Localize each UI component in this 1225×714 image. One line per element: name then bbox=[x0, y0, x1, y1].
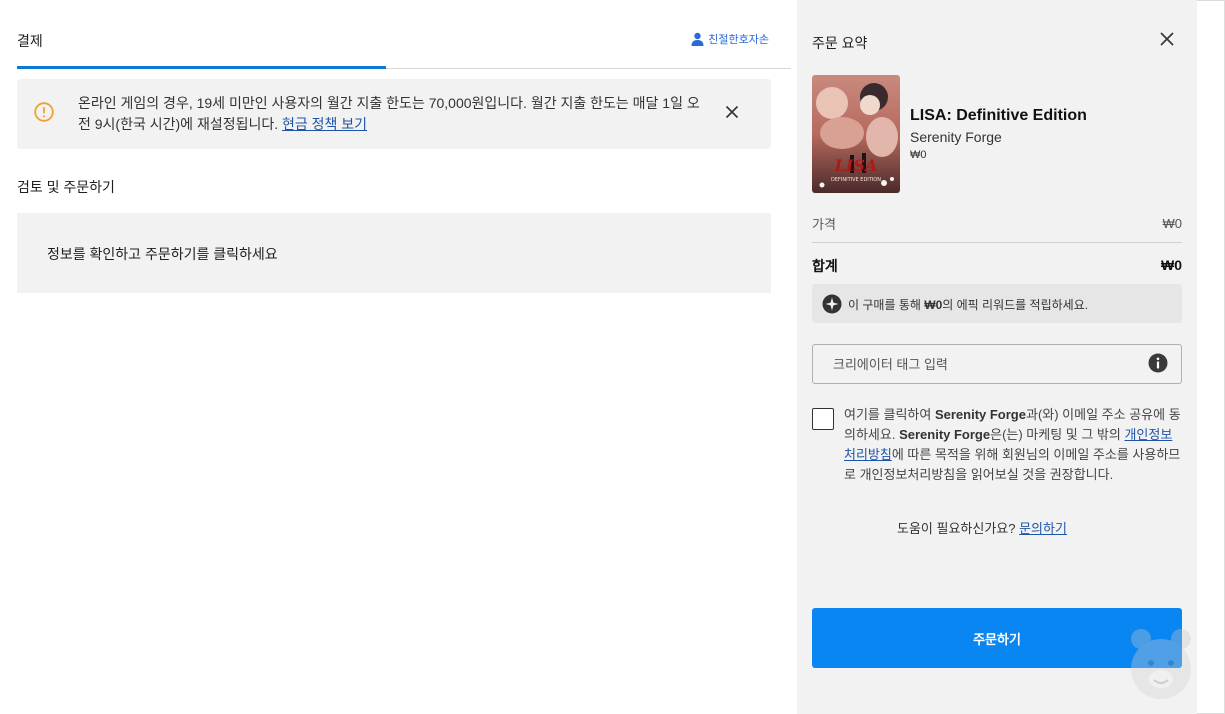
review-box: 정보를 확인하고 주문하기를 클릭하세요 bbox=[17, 213, 771, 293]
total-label: 합계 bbox=[812, 258, 838, 274]
checkout-tabbar: 결제 친절한호자손 bbox=[17, 0, 791, 69]
total-value: ₩0 bbox=[1161, 257, 1182, 273]
cover-art: LISA DEFINITIVE EDITION bbox=[812, 75, 900, 193]
reward-amount: ₩0 bbox=[924, 298, 943, 312]
help-text: 도움이 필요하신가요? bbox=[897, 521, 1020, 536]
spending-limit-alert: 온라인 게임의 경우, 19세 미만인 사용자의 월간 지출 한도는 70,00… bbox=[17, 79, 771, 149]
warning-circle-icon bbox=[34, 102, 54, 122]
consent-part4: 에 따른 목적을 위해 회원님의 이메일 주소를 사용하므로 개인정보처리방침을… bbox=[844, 447, 1181, 482]
review-section-title: 검토 및 주문하기 bbox=[17, 179, 115, 195]
order-summary-panel: 주문 요약 LISA DEFINITIVE EDITION LISA: Defi… bbox=[797, 0, 1197, 714]
account-name: 친절한호자손 bbox=[708, 34, 769, 46]
product-developer: Serenity Forge bbox=[910, 129, 1002, 145]
close-icon[interactable] bbox=[1160, 32, 1174, 46]
svg-text:LISA: LISA bbox=[834, 156, 878, 175]
product-price: ₩0 bbox=[910, 149, 927, 161]
tab-checkout[interactable]: 결제 bbox=[17, 31, 43, 51]
reward-pre: 이 구매를 통해 bbox=[848, 298, 925, 312]
checkout-panel: 결제 친절한호자손 온라인 게임의 경우, 19세 미만인 사용자의 월간 지출… bbox=[0, 0, 797, 714]
consent-part3: 은(는) 마케팅 및 그 밖의 bbox=[990, 427, 1125, 442]
consent-name1: Serenity Forge bbox=[934, 407, 1026, 422]
divider bbox=[812, 242, 1182, 243]
alert-text: 온라인 게임의 경우, 19세 미만인 사용자의 월간 지출 한도는 70,00… bbox=[78, 95, 700, 132]
epic-reward-icon bbox=[822, 294, 842, 314]
consent-part1: 여기를 클릭하여 bbox=[844, 407, 935, 422]
price-label: 가격 bbox=[812, 217, 836, 232]
email-consent-text: 여기를 클릭하여 Serenity Forge과(와) 이메일 주소 공유에 동… bbox=[844, 405, 1184, 485]
svg-text:DEFINITIVE EDITION: DEFINITIVE EDITION bbox=[831, 177, 881, 183]
consent-name2: Serenity Forge bbox=[899, 427, 991, 442]
email-consent-checkbox[interactable] bbox=[812, 408, 834, 430]
close-icon[interactable] bbox=[725, 105, 739, 119]
info-icon[interactable] bbox=[1148, 353, 1168, 373]
review-instruction: 정보를 확인하고 주문하기를 클릭하세요 bbox=[47, 246, 278, 262]
user-icon bbox=[691, 32, 704, 46]
help-row: 도움이 필요하신가요? 문의하기 bbox=[897, 518, 1067, 537]
reward-message: 이 구매를 통해 ₩0의 에픽 리워드를 적립하세요. bbox=[848, 296, 1088, 313]
mascot-watermark bbox=[1131, 629, 1191, 699]
account-link[interactable]: 친절한호자손 bbox=[691, 31, 769, 47]
contact-link[interactable]: 문의하기 bbox=[1019, 521, 1067, 536]
product-cover-image: LISA DEFINITIVE EDITION bbox=[812, 75, 900, 193]
epic-rewards-box: 이 구매를 통해 ₩0의 에픽 리워드를 적립하세요. bbox=[812, 284, 1182, 323]
reward-post: 의 에픽 리워드를 적립하세요. bbox=[942, 298, 1089, 312]
order-summary-title: 주문 요약 bbox=[812, 35, 868, 51]
creator-tag-input[interactable] bbox=[812, 344, 1182, 384]
cash-policy-link[interactable]: 현금 정책 보기 bbox=[282, 116, 367, 132]
product-name: LISA: Definitive Edition bbox=[910, 107, 1087, 124]
alert-message: 온라인 게임의 경우, 19세 미만인 사용자의 월간 지출 한도는 70,00… bbox=[78, 93, 708, 135]
tab-active-indicator bbox=[17, 66, 386, 69]
price-value: ₩0 bbox=[1162, 216, 1183, 231]
